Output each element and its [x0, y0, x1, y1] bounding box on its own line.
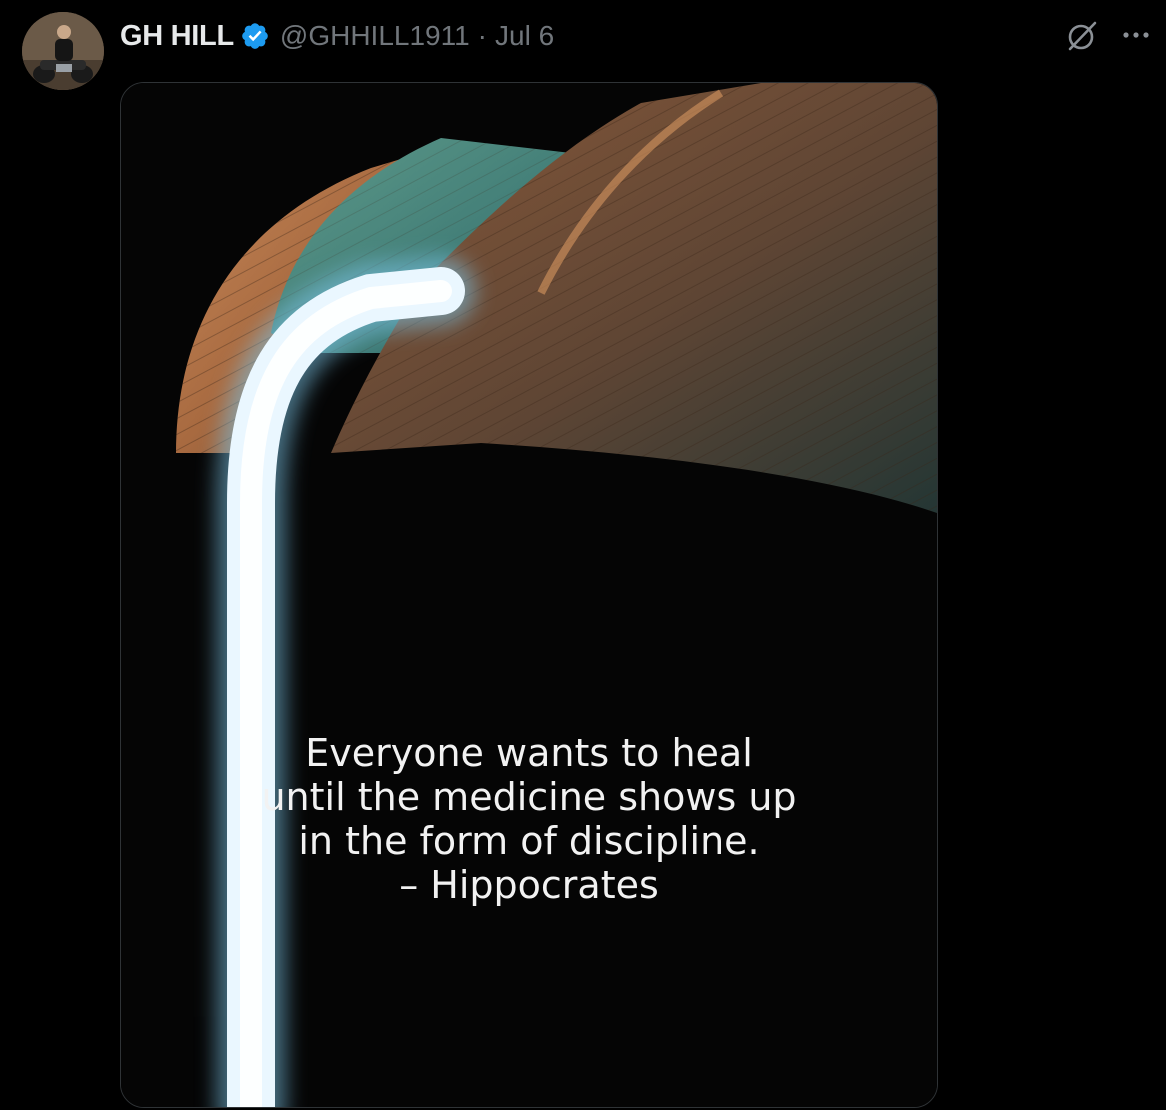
timestamp[interactable]: Jul 6 [495, 20, 554, 52]
more-icon[interactable] [1118, 20, 1154, 50]
tweet[interactable]: GH HILL @GHHILL1911 · Jul 6 Everyone wan… [0, 0, 1166, 1110]
avatar-photo [22, 12, 104, 90]
quote-line: until the medicine shows up [261, 775, 797, 819]
grok-icon[interactable] [1064, 18, 1100, 54]
display-name[interactable]: GH HILL [120, 20, 234, 53]
quote-line: Everyone wants to heal [305, 731, 753, 775]
avatar[interactable] [22, 12, 104, 90]
separator: · [477, 20, 487, 51]
quote-line: in the form of discipline. [298, 819, 760, 863]
handle[interactable]: @GHHILL1911 [280, 20, 470, 52]
quote-text: Everyone wants to heal until the medicin… [121, 731, 937, 907]
quote-image [121, 83, 937, 1107]
tweet-header: GH HILL @GHHILL1911 · Jul 6 [120, 14, 554, 58]
verified-badge-icon[interactable] [240, 21, 270, 51]
quote-attribution: – Hippocrates [399, 863, 659, 907]
tweet-media-image[interactable]: Everyone wants to heal until the medicin… [120, 82, 938, 1108]
